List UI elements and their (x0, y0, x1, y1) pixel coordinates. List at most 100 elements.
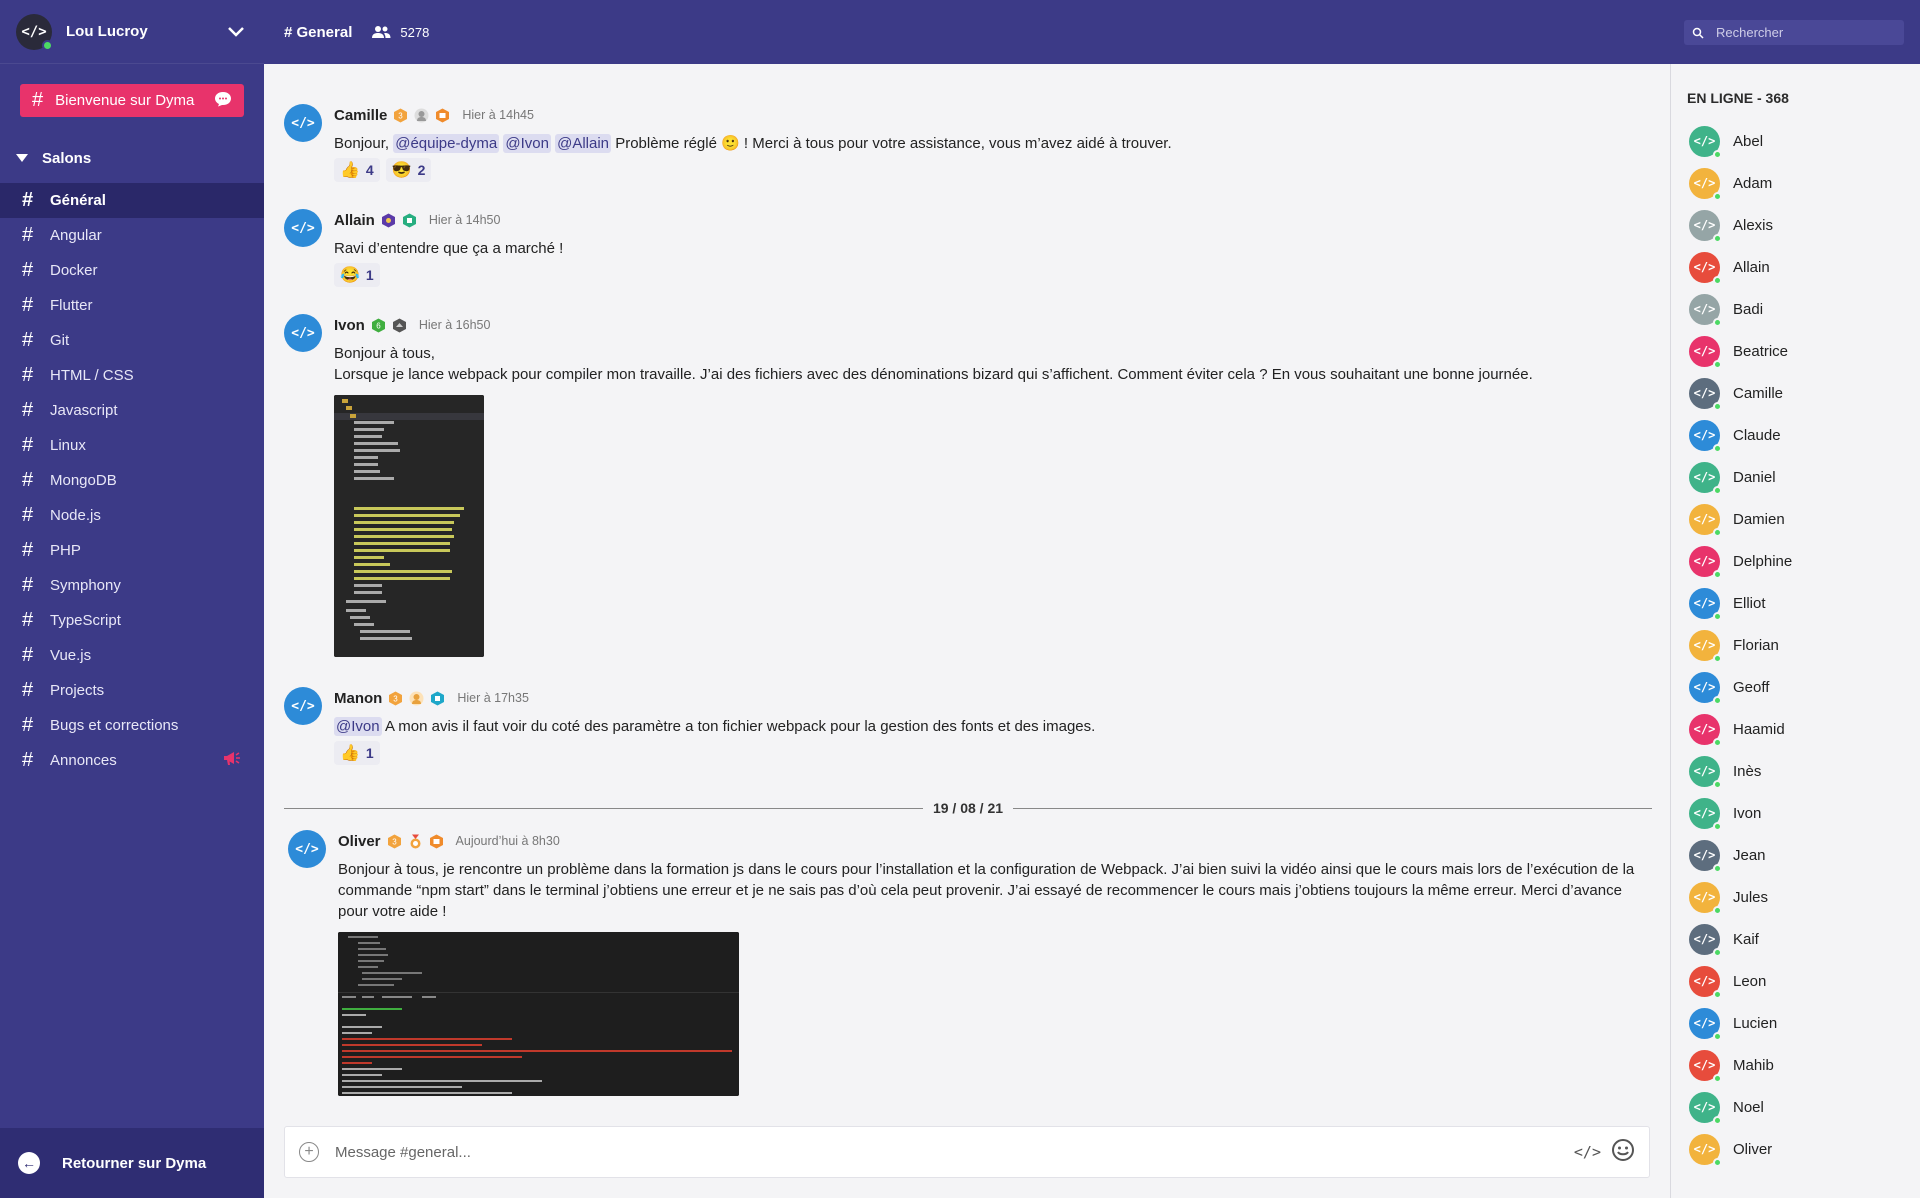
salons-section-toggle[interactable]: Salons (0, 145, 264, 171)
channel-item-mongodb[interactable]: # MongoDB (0, 463, 264, 498)
channel-item-vuejs[interactable]: # Vue.js (0, 638, 264, 673)
code-block-icon[interactable]: </> (1574, 1143, 1601, 1161)
mention[interactable]: @équipe-dyma (393, 134, 500, 153)
avatar[interactable]: </> (284, 104, 322, 142)
channel-label: Flutter (50, 297, 93, 314)
member-name: Noel (1733, 1098, 1764, 1116)
hexagon-badge-icon: 3 (388, 691, 403, 706)
member-item[interactable]: </> Leon (1687, 960, 1920, 1002)
divider-line (1013, 807, 1652, 809)
attached-image[interactable] (334, 395, 484, 657)
welcome-button[interactable]: # Bienvenue sur Dyma (20, 84, 244, 117)
avatar-code-icon: </> (1693, 470, 1716, 484)
add-attachment-icon[interactable]: + (299, 1142, 319, 1162)
reaction-cool[interactable]: 😎 2 (385, 158, 432, 182)
megaphone-icon (222, 750, 242, 771)
author-name[interactable]: Allain (334, 212, 375, 229)
channel-label: Projects (50, 682, 105, 699)
user-avatar[interactable]: </> (16, 13, 53, 51)
message-input[interactable]: Message #general... (335, 1144, 1574, 1161)
chevron-down-icon[interactable] (224, 20, 248, 44)
online-status-dot (42, 39, 53, 51)
members-count[interactable]: 5278 (370, 25, 429, 40)
member-item[interactable]: </> Alexis (1687, 204, 1920, 246)
mention[interactable]: @Ivon (334, 717, 382, 736)
channel-item-git[interactable]: # Git (0, 323, 264, 358)
channel-item-symphony[interactable]: # Symphony (0, 568, 264, 603)
member-item[interactable]: </> Inès (1687, 750, 1920, 792)
member-name: Haamid (1733, 720, 1785, 738)
avatar: </> (1689, 587, 1722, 621)
channel-item-annonces[interactable]: # Annonces (0, 743, 264, 778)
avatar[interactable]: </> (284, 209, 322, 247)
member-item[interactable]: </> Delphine (1687, 540, 1920, 582)
member-item[interactable]: </> Allain (1687, 246, 1920, 288)
member-name: Camille (1733, 384, 1784, 402)
back-to-dyma-button[interactable]: ← Retourner sur Dyma (0, 1128, 264, 1198)
author-name[interactable]: Ivon (334, 317, 365, 334)
member-name: Elliot (1733, 594, 1766, 612)
emoji-icon[interactable] (1611, 1138, 1635, 1167)
member-item[interactable]: </> Lucien (1687, 1002, 1920, 1044)
member-item[interactable]: </> Kaif (1687, 918, 1920, 960)
member-item[interactable]: </> Claude (1687, 414, 1920, 456)
author-name[interactable]: Camille (334, 107, 387, 124)
member-item[interactable]: </> Camille (1687, 372, 1920, 414)
avatar[interactable]: </> (284, 687, 322, 725)
message-composer[interactable]: + Message #general... </> (284, 1126, 1650, 1178)
reaction-thumbs-up[interactable]: 👍 1 (334, 741, 380, 765)
member-item[interactable]: </> Florian (1687, 624, 1920, 666)
reaction-thumbs-up[interactable]: 👍 4 (334, 158, 380, 182)
member-name: Jules (1733, 888, 1769, 906)
member-item[interactable]: </> Daniel (1687, 456, 1920, 498)
author-name[interactable]: Manon (334, 690, 382, 707)
channel-item-general[interactable]: # Général (0, 183, 264, 218)
hash-icon: # (22, 609, 34, 631)
channel-item-angular[interactable]: # Angular (0, 218, 264, 253)
channel-item-php[interactable]: # PHP (0, 533, 264, 568)
hash-icon: # (22, 714, 34, 736)
channel-item-flutter[interactable]: # Flutter (0, 288, 264, 323)
member-item[interactable]: </> Jules (1687, 876, 1920, 918)
channel-item-javascript[interactable]: # Javascript (0, 393, 264, 428)
member-item[interactable]: </> Badi (1687, 288, 1920, 330)
mention[interactable]: @Allain (555, 134, 612, 153)
channel-item-html-css[interactable]: # HTML / CSS (0, 358, 264, 393)
attached-image[interactable] (338, 932, 739, 1096)
avatar[interactable]: </> (288, 830, 326, 868)
member-item[interactable]: </> Noel (1687, 1086, 1920, 1128)
avatar: </> (1689, 167, 1722, 201)
channel-item-linux[interactable]: # Linux (0, 428, 264, 463)
member-item[interactable]: </> Damien (1687, 498, 1920, 540)
member-item[interactable]: </> Haamid (1687, 708, 1920, 750)
channel-label: Linux (50, 437, 86, 454)
member-item[interactable]: </> Abel (1687, 120, 1920, 162)
search-input[interactable]: Rechercher (1684, 20, 1904, 45)
channel-item-bugs[interactable]: # Bugs et corrections (0, 708, 264, 743)
member-item[interactable]: </> Geoff (1687, 666, 1920, 708)
reaction-laugh[interactable]: 😂 1 (334, 263, 380, 287)
member-item[interactable]: </> Elliot (1687, 582, 1920, 624)
online-status-dot (1713, 485, 1722, 495)
message-text: @Ivon A mon avis il faut voir du coté de… (334, 716, 1654, 737)
member-item[interactable]: </> Oliver (1687, 1128, 1920, 1170)
message-text: Bonjour à tous, Lorsque je lance webpack… (334, 343, 1654, 385)
member-item[interactable]: </> Adam (1687, 162, 1920, 204)
channel-item-projects[interactable]: # Projects (0, 673, 264, 708)
mention[interactable]: @Ivon (503, 134, 551, 153)
member-item[interactable]: </> Jean (1687, 834, 1920, 876)
chat-bubble-icon (214, 91, 232, 111)
member-name: Mahib (1733, 1056, 1774, 1074)
member-item[interactable]: </> Beatrice (1687, 330, 1920, 372)
author-name[interactable]: Oliver (338, 833, 381, 850)
laughing-icon: 😂 (340, 267, 360, 284)
user-bar[interactable]: </> Lou Lucroy (0, 0, 264, 64)
divider-line (284, 807, 923, 809)
channel-item-typescript[interactable]: # TypeScript (0, 603, 264, 638)
member-item[interactable]: </> Mahib (1687, 1044, 1920, 1086)
channel-item-docker[interactable]: # Docker (0, 253, 264, 288)
member-name: Kaif (1733, 930, 1759, 948)
channel-item-nodejs[interactable]: # Node.js (0, 498, 264, 533)
member-item[interactable]: </> Ivon (1687, 792, 1920, 834)
avatar[interactable]: </> (284, 314, 322, 352)
